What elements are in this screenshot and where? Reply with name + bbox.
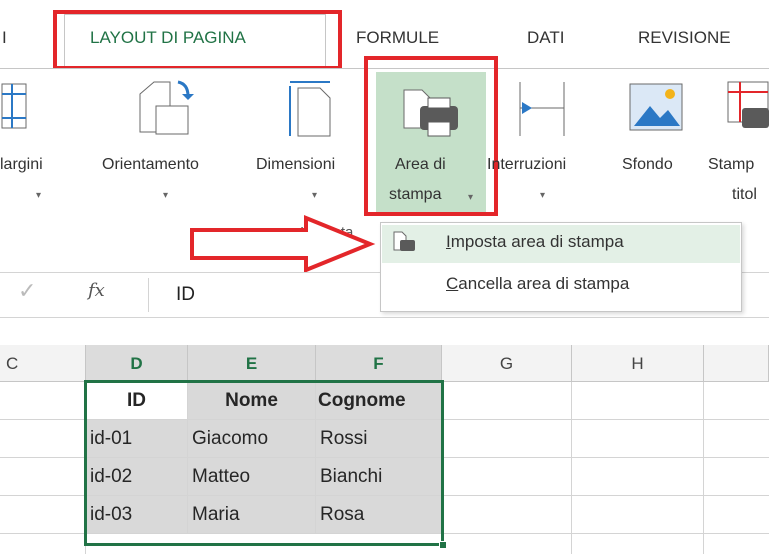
orientamento-label[interactable]: Orientamento — [102, 156, 199, 174]
menu-text: ancella area di stampa — [458, 274, 630, 293]
tab-dati[interactable]: DATI — [527, 28, 564, 48]
highlight-box-area — [364, 56, 498, 216]
print-area-small-icon — [392, 230, 416, 256]
formula-divider — [148, 278, 149, 312]
column-header-next[interactable] — [704, 345, 769, 382]
tab-formule[interactable]: FORMULE — [356, 28, 439, 48]
formula-input[interactable]: ID — [176, 284, 195, 306]
menu-label-clear-print-area: Cancella area di stampa — [446, 274, 629, 294]
menu-text: mposta area di stampa — [450, 232, 624, 251]
chevron-down-icon: ▾ — [36, 190, 42, 201]
dimensioni-label[interactable]: Dimensioni — [256, 156, 335, 174]
column-header-f[interactable]: F — [316, 345, 442, 382]
size-icon — [286, 78, 336, 140]
highlight-box-tab — [53, 10, 342, 70]
column-header-c[interactable]: C — [0, 345, 86, 382]
column-h-cells[interactable] — [572, 382, 704, 554]
tab-revisione[interactable]: REVISIONE — [638, 28, 731, 48]
column-c-cells[interactable] — [0, 382, 86, 554]
margins-icon — [0, 80, 30, 132]
interruzioni-label[interactable]: Interruzioni — [487, 156, 566, 174]
column-next-cells[interactable] — [704, 382, 769, 554]
column-header-d[interactable]: D — [86, 345, 188, 382]
margini-label[interactable]: largini — [0, 156, 43, 174]
stampa-titoli-label-1[interactable]: Stamp — [708, 156, 754, 174]
sfondo-label[interactable]: Sfondo — [622, 156, 673, 174]
fx-icon[interactable]: fx — [88, 280, 105, 301]
fill-handle[interactable] — [439, 541, 447, 549]
selection-border — [84, 380, 444, 546]
column-header-g[interactable]: G — [442, 345, 572, 382]
check-icon[interactable]: ✓ — [18, 278, 36, 304]
print-titles-icon — [726, 80, 769, 140]
chevron-down-icon: ▾ — [163, 190, 169, 201]
orientation-icon — [134, 76, 198, 140]
stampa-titoli-label-2: titol — [732, 186, 757, 203]
arrow-annotation — [188, 214, 378, 274]
column-header-h[interactable]: H — [572, 345, 704, 382]
column-header-e[interactable]: E — [188, 345, 316, 382]
breaks-icon — [514, 78, 570, 140]
chevron-down-icon: ▾ — [312, 190, 318, 201]
menu-label-set-print-area: Imposta area di stampa — [446, 232, 624, 252]
background-icon — [628, 82, 684, 134]
tab-home-partial[interactable]: I — [2, 28, 7, 48]
accel-key: C — [446, 274, 459, 293]
column-g-cells[interactable] — [442, 382, 572, 554]
chevron-down-icon: ▾ — [540, 190, 546, 201]
